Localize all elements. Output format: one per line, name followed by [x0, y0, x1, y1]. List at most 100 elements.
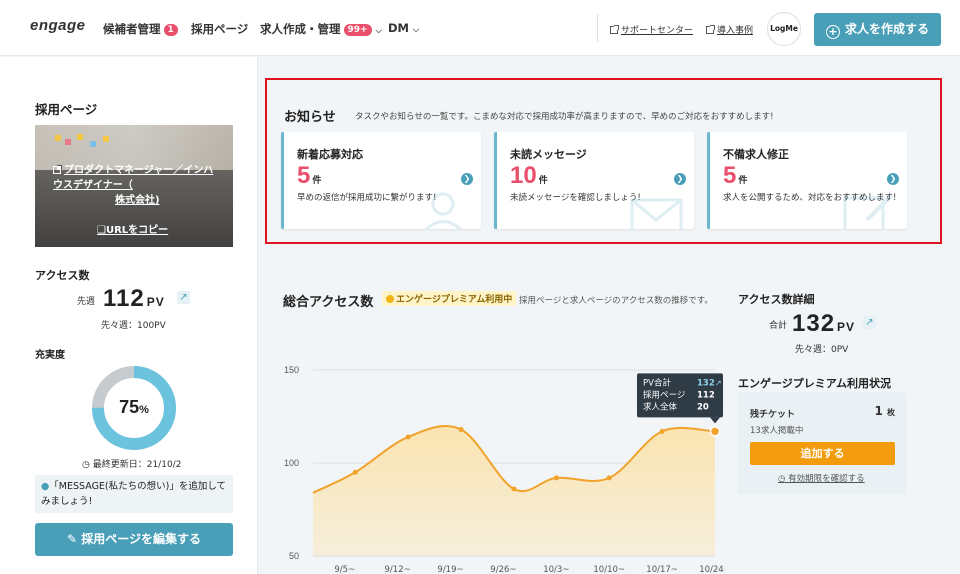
data-point — [659, 428, 665, 434]
tooltip-label: 採用ページ — [643, 389, 685, 400]
premium-badge: エンゲージプレミアム利用中 — [382, 291, 517, 306]
last-updated-text: 最終更新日：21/10/2 — [92, 460, 182, 470]
header-divider — [597, 14, 598, 42]
notice-card-new-applications[interactable]: 新着応募対応 5件 早めの返信が採用成功に繋がります! ❯ — [281, 132, 481, 229]
ticket-count: 1 枚 — [874, 404, 895, 418]
photo-detail — [77, 134, 83, 140]
total-value-number: 132 — [792, 310, 836, 337]
access-value-number: 112 — [103, 285, 145, 312]
nav-candidates-badge: 1 — [163, 24, 178, 36]
lightbulb-icon — [386, 295, 394, 303]
pencil-icon: ✎ — [66, 532, 78, 546]
engage-logo[interactable]: engage — [30, 17, 86, 34]
external-link-icon — [610, 25, 619, 34]
expiry-link[interactable]: ◷ 有効期限を確認する — [778, 472, 865, 484]
chevron-down-icon: ⌵ — [413, 25, 420, 34]
ticket-count-unit: 枚 — [887, 408, 895, 417]
recruit-page-thumbnail[interactable]: プロダクトマネージャー／インハウスデザイナー（ 株式会社) ❏URLをコピー — [35, 125, 233, 247]
tooltip-value: 132 — [697, 378, 715, 388]
trend-up-icon: ↗ — [177, 291, 190, 304]
card-count-unit: 件 — [738, 175, 748, 185]
hint-box: ●「MESSAGE(私たちの想い)」を追加してみましょう! — [35, 475, 233, 513]
ticket-box: 残チケット 1 枚 13求人掲載中 追加する ◷ 有効期限を確認する — [738, 392, 907, 494]
trend-up-icon: ↗ — [715, 378, 722, 387]
card-count-value: 10 — [510, 162, 537, 189]
trend-up-icon: ↗ — [863, 316, 876, 329]
clock-icon: ◷ — [778, 474, 786, 484]
x-tick-label: 10/24~ — [699, 565, 725, 574]
photo-detail — [103, 136, 109, 142]
nav-recruit-page-label: 採用ページ — [191, 22, 249, 36]
external-link-icon — [706, 25, 715, 34]
chevron-right-icon[interactable]: ❯ — [674, 173, 686, 185]
card-count: 5件 — [723, 162, 747, 190]
expiry-link-label: 有効期限を確認する — [788, 474, 865, 484]
nav-candidates[interactable]: 候補者管理 1 — [103, 21, 178, 37]
copy-url-button[interactable]: ❏URLをコピー — [97, 221, 168, 236]
nav-dm[interactable]: DM ⌵ — [388, 21, 419, 35]
total-label: 合計 — [769, 321, 788, 331]
notice-card-unread-messages[interactable]: 未読メッセージ 10 件 未読メッセージを確認しましょう! ❯ — [494, 132, 694, 229]
clock-icon: ◷ — [82, 460, 90, 470]
external-link-icon — [53, 165, 62, 174]
nav-recruit-page[interactable]: 採用ページ — [191, 21, 248, 37]
chevron-right-icon[interactable]: ❯ — [461, 173, 473, 185]
nav-job-badge: 99+ — [343, 24, 372, 36]
access-period-label: 先週 — [77, 297, 96, 307]
create-job-button[interactable]: + 求人を作成する — [814, 13, 941, 46]
card-count-value: 5 — [723, 162, 737, 189]
card-count: 10 件 — [510, 162, 548, 190]
data-point — [511, 486, 517, 492]
access-chart: 150 100 50 9/5~ 9/12~ 9/19~ 9/26~ 10/3~ 10/10~ 10… — [284, 365, 725, 574]
nav-dm-label: DM — [388, 21, 409, 35]
add-ticket-button[interactable]: 追加する — [750, 442, 895, 465]
y-tick-label: 150 — [284, 365, 299, 375]
chevron-right-icon[interactable]: ❯ — [887, 173, 899, 185]
premium-badge-label: エンゲージプレミアム利用中 — [396, 295, 513, 305]
access-value: 112 PV — [103, 285, 165, 313]
plus-icon: + — [825, 25, 840, 39]
access-unit: PV — [146, 295, 165, 309]
case-studies-link[interactable]: 導入事例 — [706, 23, 753, 36]
photo-detail — [55, 135, 61, 141]
premium-status-title: エンゲージプレミアム利用状況 — [738, 377, 892, 390]
total-unit: PV — [837, 320, 856, 334]
copy-icon: ❏ — [97, 225, 106, 236]
recruit-page-link-label: プロダクトマネージャー／インハウスデザイナー（ — [53, 165, 214, 191]
notice-panel: お知らせ タスクやお知らせの一覧です。こまめな対応で採用成功率が高まりますので、… — [265, 78, 942, 244]
photo-detail — [90, 141, 96, 147]
completeness-title: 充実度 — [35, 350, 65, 361]
x-tick-label: 10/17~ — [646, 565, 678, 574]
card-title: 不備求人修正 — [723, 148, 789, 161]
ticket-sub: 13求人掲載中 — [750, 426, 804, 436]
support-center-label: サポートセンター — [621, 26, 694, 36]
x-tick-label: 10/3~ — [543, 565, 569, 574]
tooltip-label: 求人全体 — [643, 401, 678, 412]
notice-card-incomplete-jobs[interactable]: 不備求人修正 5件 求人を公開するため、対応をおすすめします! ❯ — [707, 132, 907, 229]
left-panel: 採用ページ プロダクトマネージャー／インハウスデザイナー（ 株式会社) ❏URL… — [0, 57, 258, 574]
y-tick-label: 100 — [284, 458, 299, 468]
card-count-unit: 件 — [538, 175, 548, 185]
total-access-title: 総合アクセス数 — [283, 295, 374, 310]
nav-job-management[interactable]: 求人作成・管理 99+ ⌵ — [260, 21, 382, 37]
ticket-label: 残チケット — [750, 410, 796, 420]
data-point — [458, 427, 464, 433]
recruit-page-link[interactable]: プロダクトマネージャー／インハウスデザイナー（ 株式会社) — [53, 163, 223, 208]
photo-detail — [65, 139, 71, 145]
y-tick-label: 50 — [289, 551, 299, 561]
completeness-number: 75 — [119, 397, 140, 417]
data-point — [553, 475, 559, 481]
x-tick-label: 9/5~ — [334, 565, 355, 574]
completeness-unit: % — [139, 404, 149, 416]
x-tick-label: 9/12~ — [385, 565, 411, 574]
nav-job-management-label: 求人作成・管理 — [260, 22, 341, 36]
card-title: 新着応募対応 — [297, 148, 363, 161]
tooltip-label: PV合計 — [643, 377, 671, 388]
edit-recruit-page-button[interactable]: ✎ 採用ページを編集する — [35, 523, 233, 556]
hint-text: 「MESSAGE(私たちの想い)」を追加してみましょう! — [41, 481, 227, 507]
support-center-link[interactable]: サポートセンター — [610, 23, 693, 36]
total-value: 132 PV — [792, 310, 855, 338]
total-access-description: 採用ページと求人ページのアクセス数の推移です。 — [519, 296, 713, 306]
avatar[interactable]: LogMe — [767, 12, 801, 46]
data-point — [405, 434, 411, 440]
